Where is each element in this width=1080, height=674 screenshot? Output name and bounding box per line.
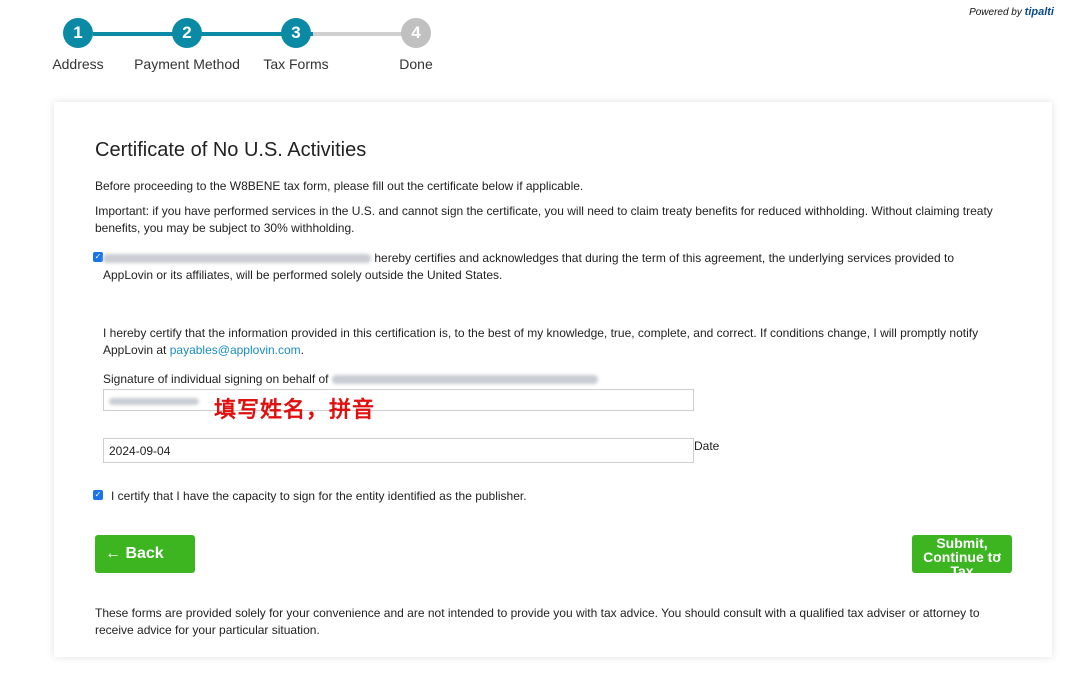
submit-continue-button[interactable]: Submit, Continue to Tax → — [912, 535, 1012, 573]
page-title: Certificate of No U.S. Activities — [95, 139, 367, 161]
tipalti-logo: tipalti — [1024, 6, 1054, 18]
certificate-card: Certificate of No U.S. Activities Before… — [54, 102, 1052, 657]
step-number: 2 — [172, 18, 202, 48]
back-button[interactable]: ← Back — [95, 535, 195, 573]
certify-activities-checkbox[interactable]: ✓ — [93, 252, 103, 262]
disclaimer-text: These forms are provided solely for your… — [95, 606, 980, 637]
step-payment-method: 2 Payment Method — [127, 8, 247, 72]
certify-info-text: I hereby certify that the information pr… — [103, 325, 1013, 359]
certify-activities-text: hereby certifies and acknowledges that d… — [103, 250, 993, 284]
signature-label-row: Signature of individual signing on behal… — [103, 371, 703, 388]
step-number: 1 — [63, 18, 93, 48]
powered-by-logo: Powered by tipalti — [969, 6, 1054, 18]
payables-email-link[interactable]: payables@applovin.com — [170, 343, 301, 357]
step-address: 1 Address — [18, 8, 138, 72]
progress-stepper: 1 Address 2 Payment Method 3 Tax Forms 4… — [40, 8, 460, 78]
capacity-text: I certify that I have the capacity to si… — [111, 489, 527, 503]
signature-input[interactable] — [103, 389, 694, 411]
step-done: 4 Done — [356, 8, 476, 72]
step-label: Address — [52, 56, 104, 72]
certify-info-period: . — [300, 343, 304, 357]
date-input[interactable]: 2024-09-04 — [103, 438, 694, 463]
redacted-company-name — [331, 375, 598, 385]
step-label: Tax Forms — [263, 56, 329, 72]
capacity-checkbox[interactable]: ✓ — [93, 490, 103, 500]
step-tax-forms: 3 Tax Forms — [236, 8, 356, 72]
date-label: Date — [694, 439, 720, 453]
redacted-signature-value — [109, 398, 199, 406]
arrow-left-icon: ← — [105, 545, 121, 562]
intro-text: Before proceeding to the W8BENE tax form… — [95, 179, 584, 193]
step-label: Done — [399, 56, 433, 72]
handwritten-annotation: 填写姓名，拼音 — [214, 397, 376, 422]
step-number: 4 — [401, 18, 431, 48]
powered-by-text: Powered by — [969, 7, 1022, 18]
signature-label: Signature of individual signing on behal… — [103, 372, 329, 386]
arrow-right-icon: → — [990, 544, 1004, 560]
step-label: Payment Method — [134, 56, 240, 72]
step-number: 3 — [281, 18, 311, 48]
important-text: Important: if you have performed service… — [95, 204, 993, 235]
back-button-label: Back — [125, 545, 164, 562]
redacted-company-name — [103, 254, 371, 264]
